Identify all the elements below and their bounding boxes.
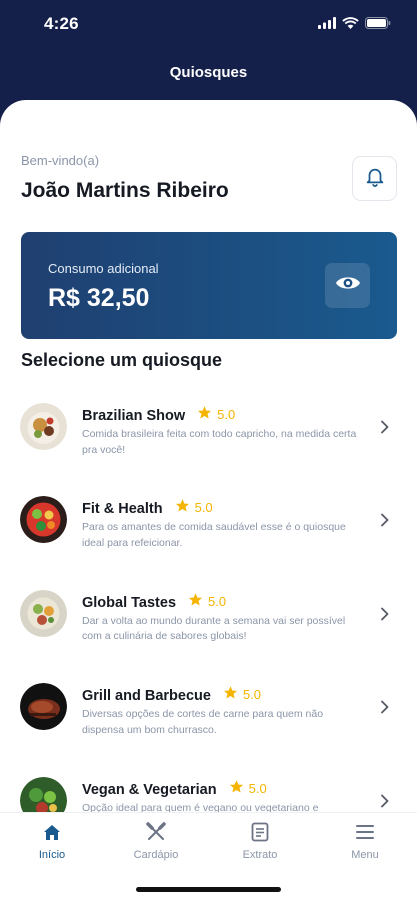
kiosk-description: Dar a volta ao mundo durante a semana va… [82, 614, 346, 643]
chevron-right-icon [380, 513, 390, 532]
star-icon [223, 685, 238, 704]
tab-extrato[interactable]: Extrato [208, 821, 312, 861]
tab-cardapio[interactable]: Cardápio [104, 821, 208, 861]
section-title: Selecione um quiosque [21, 350, 223, 370]
kiosk-item-brazilian-show[interactable]: Brazilian Show 5.0 Comida brasileira fei… [0, 388, 417, 481]
kiosk-description: Diversas opções de cortes de carne para … [82, 708, 324, 736]
welcome-label: Bem-vindo(a) [21, 153, 100, 168]
chevron-right-icon [380, 607, 390, 626]
battery-icon [365, 16, 391, 34]
signal-icon [318, 16, 336, 34]
status-bar: 4:26 [0, 0, 417, 50]
chevron-right-icon [380, 794, 390, 813]
kiosk-rating-value: 5.0 [208, 593, 227, 609]
home-indicator[interactable] [136, 887, 281, 892]
toggle-balance-visibility-button[interactable] [325, 263, 370, 308]
main-sheet: Bem-vindo(a) João Martins Ribeiro Consum… [0, 100, 417, 900]
tab-menu[interactable]: Menu [313, 821, 417, 861]
user-name: João Martins Ribeiro [21, 179, 229, 202]
kiosk-description: Para os amantes de comida saudável esse … [82, 521, 346, 549]
kiosk-name-row: Grill and Barbecue 5.0 [82, 685, 261, 704]
hamburger-menu-icon [313, 821, 417, 843]
kiosk-item-grill-and-barbecue[interactable]: Grill and Barbecue 5.0 Diversas opções d… [0, 668, 417, 761]
tab-label: Início [38, 849, 66, 861]
kiosk-name-row: Global Tastes 5.0 [82, 592, 226, 611]
kiosk-rating-value: 5.0 [248, 780, 267, 796]
balance-value: R$ 32,50 [48, 284, 150, 312]
kiosk-rating-value: 5.0 [217, 407, 236, 422]
kiosk-name-row: Fit & Health 5.0 [82, 498, 213, 517]
bell-icon [364, 165, 386, 192]
kiosk-name: Fit & Health [82, 501, 163, 518]
notifications-button[interactable] [352, 156, 397, 201]
kiosk-list: Brazilian Show 5.0 Comida brasileira fei… [0, 388, 417, 855]
kiosk-name: Global Tastes [82, 594, 177, 611]
kiosk-rating: 5.0 [175, 498, 213, 517]
chevron-right-icon [380, 700, 390, 719]
eye-icon [335, 274, 361, 297]
tab-label: Extrato [242, 849, 278, 861]
kiosk-avatar [20, 589, 67, 637]
balance-card: Consumo adicional R$ 32,50 [21, 232, 397, 339]
wifi-icon [342, 16, 359, 34]
star-icon [175, 498, 190, 517]
star-icon [188, 592, 203, 611]
home-icon [0, 821, 104, 843]
kiosk-name-row: Brazilian Show 5.0 [82, 405, 235, 424]
page-title: Quiosques [169, 64, 248, 81]
fork-knife-icon [104, 821, 208, 843]
status-icons [318, 16, 391, 34]
kiosk-avatar [20, 496, 67, 544]
kiosk-avatar [20, 683, 67, 731]
kiosk-name: Grill and Barbecue [82, 688, 211, 705]
kiosk-rating: 5.0 [229, 779, 267, 798]
chevron-right-icon [380, 420, 390, 439]
kiosk-rating: 5.0 [188, 592, 226, 611]
kiosk-name: Brazilian Show [82, 408, 186, 424]
balance-label: Consumo adicional [48, 261, 159, 276]
kiosk-item-global-tastes[interactable]: Global Tastes 5.0 Dar a volta ao mundo d… [0, 575, 417, 668]
kiosk-rating-value: 5.0 [242, 687, 262, 703]
kiosk-item-fit-health[interactable]: Fit & Health 5.0 Para os amantes de comi… [0, 481, 417, 574]
receipt-icon [208, 821, 312, 843]
tab-label: Menu [351, 849, 379, 861]
tab-inicio[interactable]: Início [0, 821, 104, 861]
kiosk-name-row: Vegan & Vegetarian 5.0 [82, 779, 267, 798]
kiosk-rating-value: 5.0 [194, 500, 213, 516]
kiosk-rating: 5.0 [197, 405, 235, 424]
status-time: 4:26 [44, 14, 79, 33]
tab-label: Cardápio [133, 849, 179, 861]
kiosk-description: Comida brasileira feita com todo caprich… [82, 428, 357, 456]
kiosk-avatar [20, 403, 67, 450]
kiosk-rating: 5.0 [223, 685, 261, 704]
star-icon [229, 779, 244, 798]
kiosk-name: Vegan & Vegetarian [82, 781, 217, 798]
star-icon [197, 405, 212, 424]
